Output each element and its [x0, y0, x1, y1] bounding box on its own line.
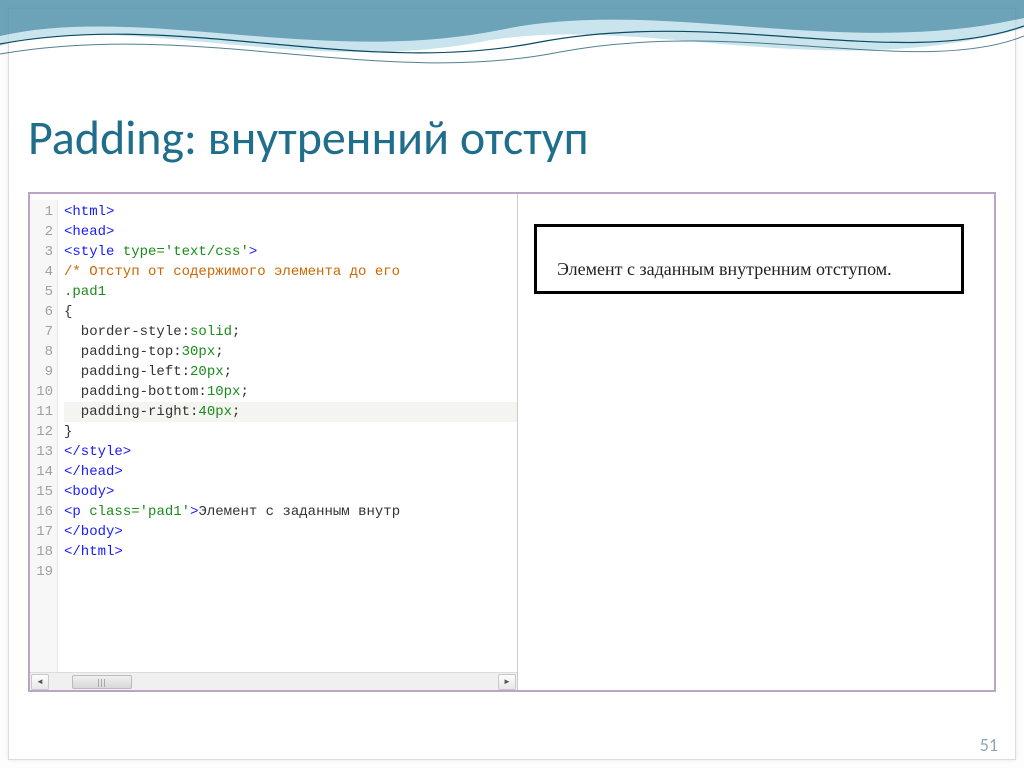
line-number-gutter: 12345678910111213141516171819 [30, 200, 58, 672]
code-editor-panel: 12345678910111213141516171819 <html><hea… [30, 194, 518, 690]
horizontal-scrollbar[interactable]: ◄ ► [30, 672, 517, 690]
slide-title: Padding: внутренний отступ [28, 108, 589, 167]
code-content: <html><head><style type='text/css'>/* От… [58, 200, 517, 672]
preview-panel: Элемент с заданным внутренним отступом. [518, 194, 994, 690]
scrollbar-thumb[interactable] [72, 675, 132, 689]
preview-padded-element: Элемент с заданным внутренним отступом. [534, 224, 964, 294]
content-container: 12345678910111213141516171819 <html><hea… [28, 192, 996, 692]
decorative-wave [0, 0, 1024, 110]
scroll-left-button[interactable]: ◄ [31, 674, 49, 690]
page-number: 51 [980, 734, 998, 756]
scroll-right-button[interactable]: ► [498, 674, 516, 690]
